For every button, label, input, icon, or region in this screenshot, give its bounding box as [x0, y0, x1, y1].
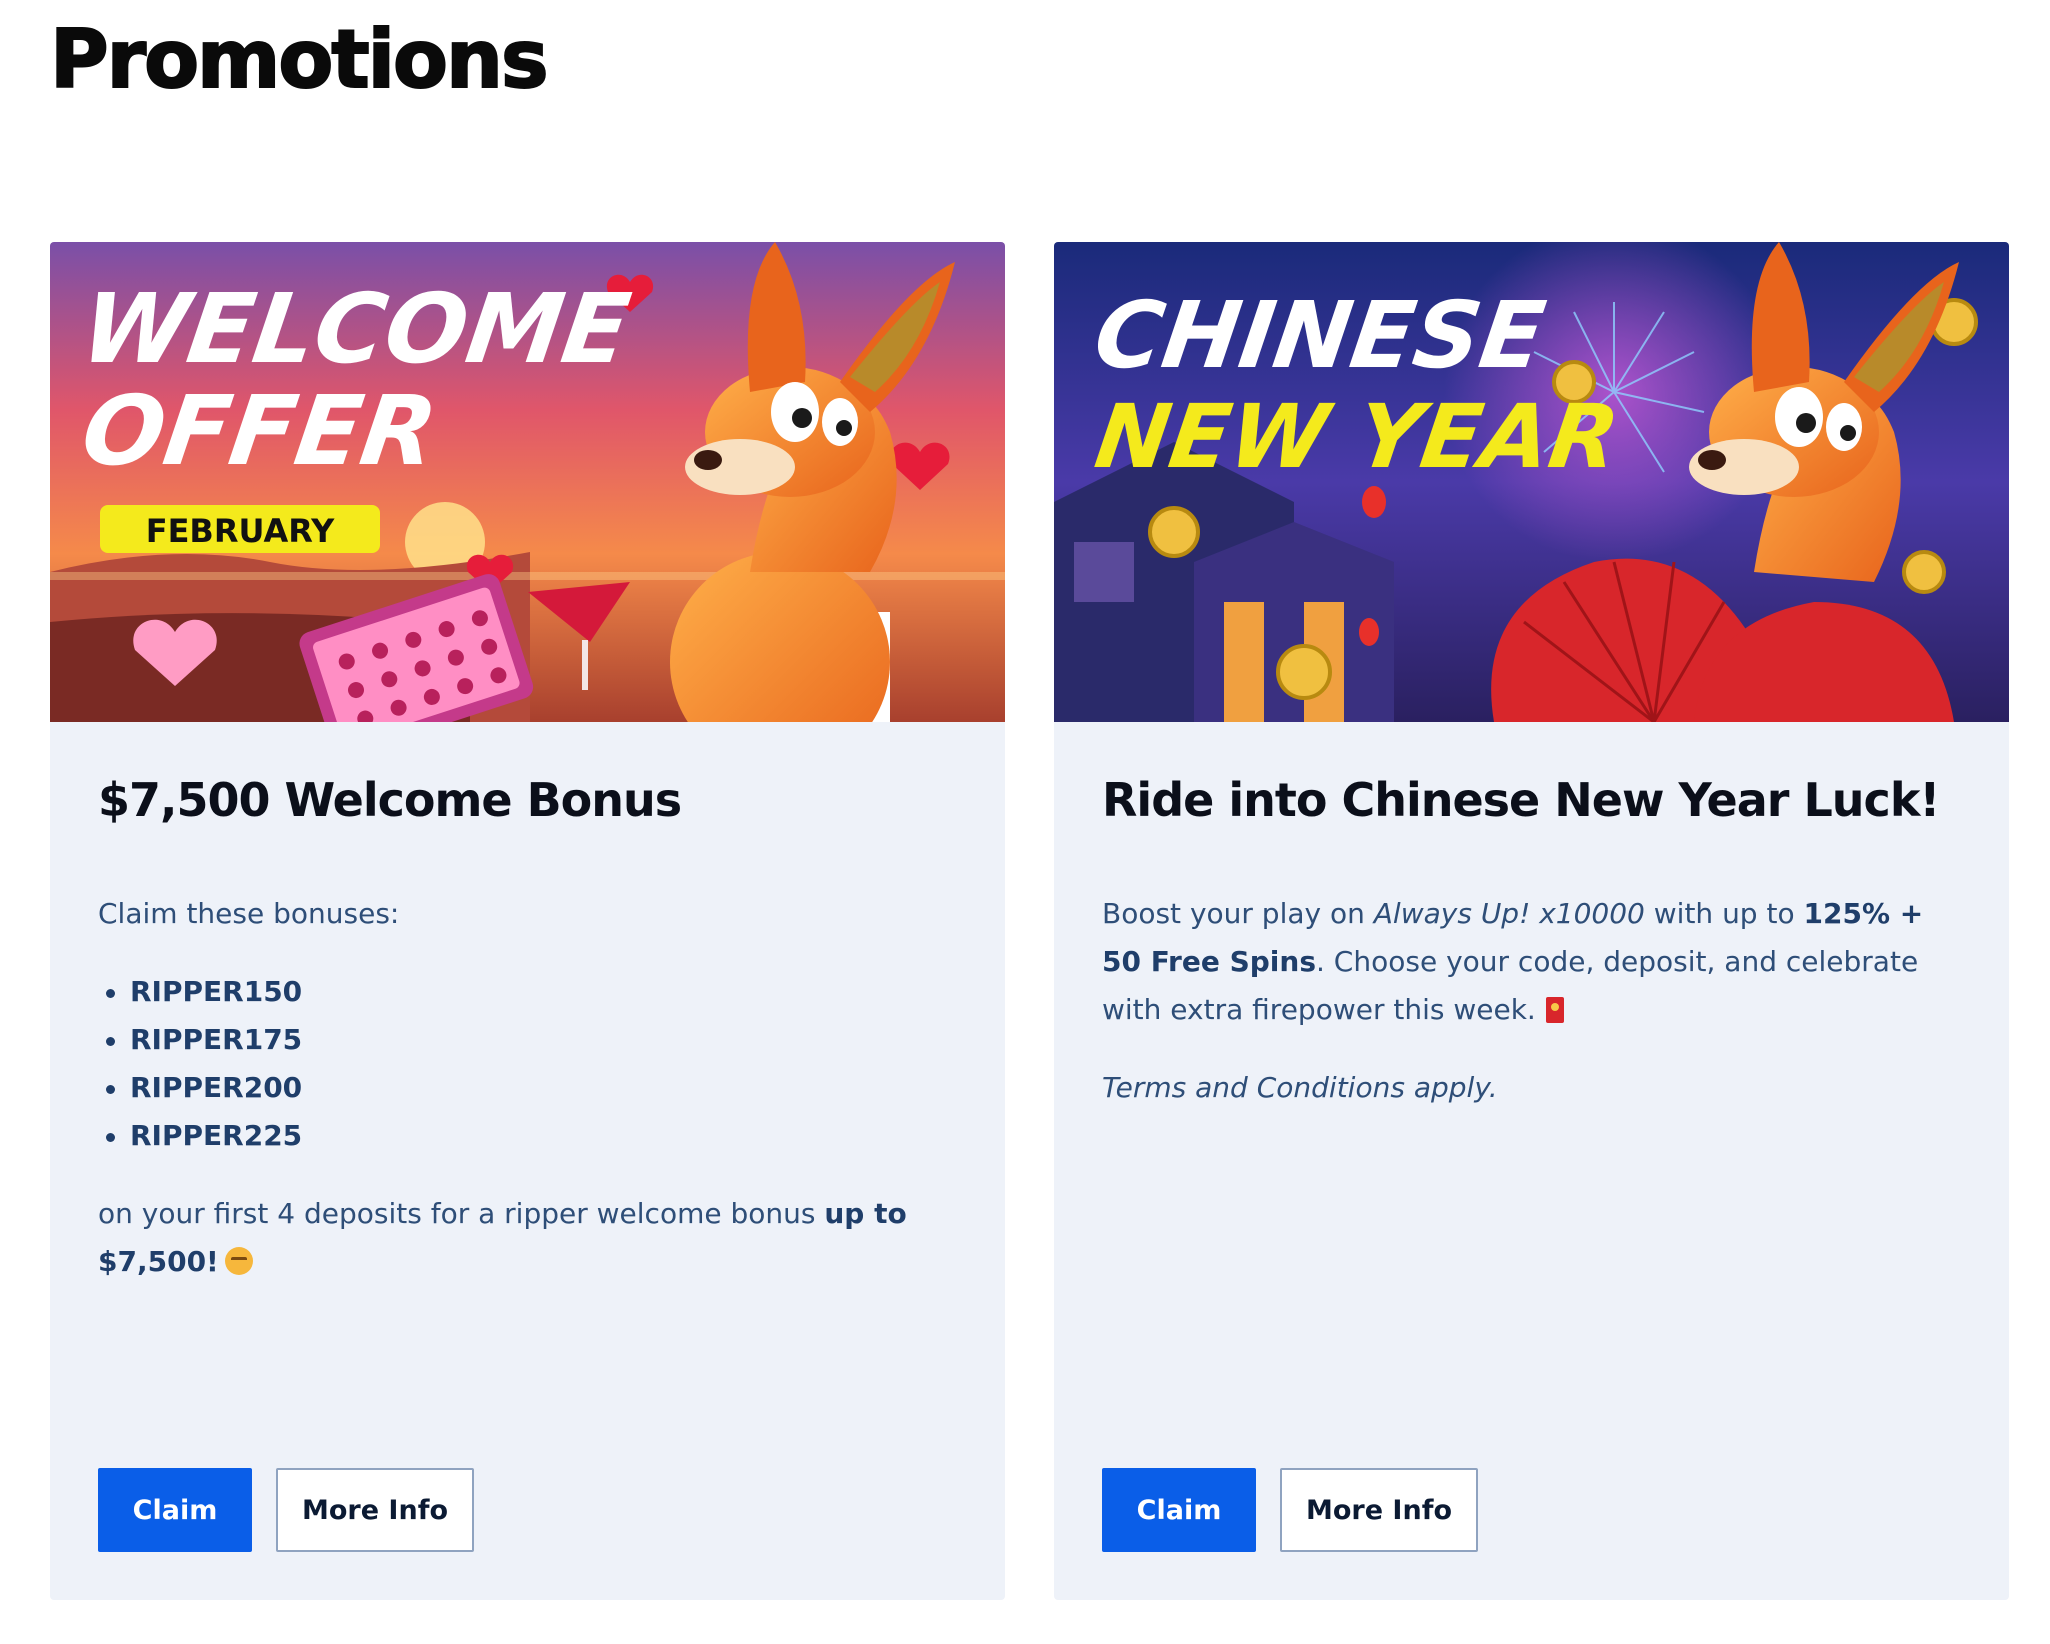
promo-title: Ride into Chinese New Year Luck!: [1102, 773, 1940, 827]
banner-headline-line1: CHINESE: [1088, 281, 1551, 388]
bonus-code: RIPPER150: [106, 968, 957, 1016]
chinese-new-year-banner-image: CHINESE NEW YEAR: [1054, 242, 2009, 722]
promo-actions: Claim More Info: [98, 1468, 474, 1552]
promo-actions: Claim More Info: [1102, 1468, 1478, 1552]
promo-card-body: $7,500 Welcome Bonus Claim these bonuses…: [98, 762, 957, 1316]
red-envelope-emoji-icon: [1545, 997, 1564, 1023]
promo-description: Boost your play on Always Up! x10000 wit…: [1102, 890, 1961, 1034]
bonus-code: RIPPER225: [106, 1112, 957, 1160]
bonus-code-list: RIPPER150 RIPPER175 RIPPER200 RIPPER225: [98, 968, 957, 1160]
bonus-code: RIPPER175: [106, 1016, 957, 1064]
promo-game-name: Always Up! x10000: [1373, 897, 1645, 930]
page-title: Promotions: [49, 12, 550, 107]
banner-headline-line2: NEW YEAR: [1089, 385, 1625, 487]
promo-card-welcome: WELCOME OFFER FEBRUARY $7,500 Welcome Bo…: [50, 242, 1005, 1600]
promo-description-text: with up to: [1644, 897, 1804, 930]
promo-terms: Terms and Conditions apply.: [1102, 1064, 1961, 1112]
welcome-offer-banner-image: WELCOME OFFER FEBRUARY: [50, 242, 1005, 722]
more-info-button[interactable]: More Info: [276, 1468, 474, 1552]
more-info-button[interactable]: More Info: [1280, 1468, 1478, 1552]
claim-button[interactable]: Claim: [1102, 1468, 1256, 1552]
promo-description-text: Boost your play on: [1102, 897, 1374, 930]
promotions-page: Promotions WELCOME OFFER FEBRUARY $7,500…: [0, 0, 2050, 1644]
promo-card-body: Ride into Chinese New Year Luck! Boost y…: [1102, 762, 1961, 1142]
promo-intro: Claim these bonuses:: [98, 897, 400, 930]
exploding-head-emoji-icon: [224, 1247, 253, 1275]
promo-card-chinese-new-year: CHINESE NEW YEAR Ride into Chinese New Y…: [1054, 242, 2009, 1600]
banner-badge: FEBRUARY: [146, 512, 335, 550]
promo-banner-chinese-new-year: CHINESE NEW YEAR: [1054, 242, 2009, 722]
claim-button[interactable]: Claim: [98, 1468, 252, 1552]
promo-banner-welcome: WELCOME OFFER FEBRUARY: [50, 242, 1005, 722]
banner-headline-line1: WELCOME: [75, 272, 637, 384]
bonus-code: RIPPER200: [106, 1064, 957, 1112]
promo-outro-text: on your first 4 deposits for a ripper we…: [98, 1197, 825, 1230]
banner-headline-line2: OFFER: [76, 374, 444, 486]
terms-text: Terms and Conditions apply.: [1102, 1071, 1498, 1104]
promo-outro: on your first 4 deposits for a ripper we…: [98, 1190, 957, 1286]
promo-title: $7,500 Welcome Bonus: [98, 773, 682, 827]
